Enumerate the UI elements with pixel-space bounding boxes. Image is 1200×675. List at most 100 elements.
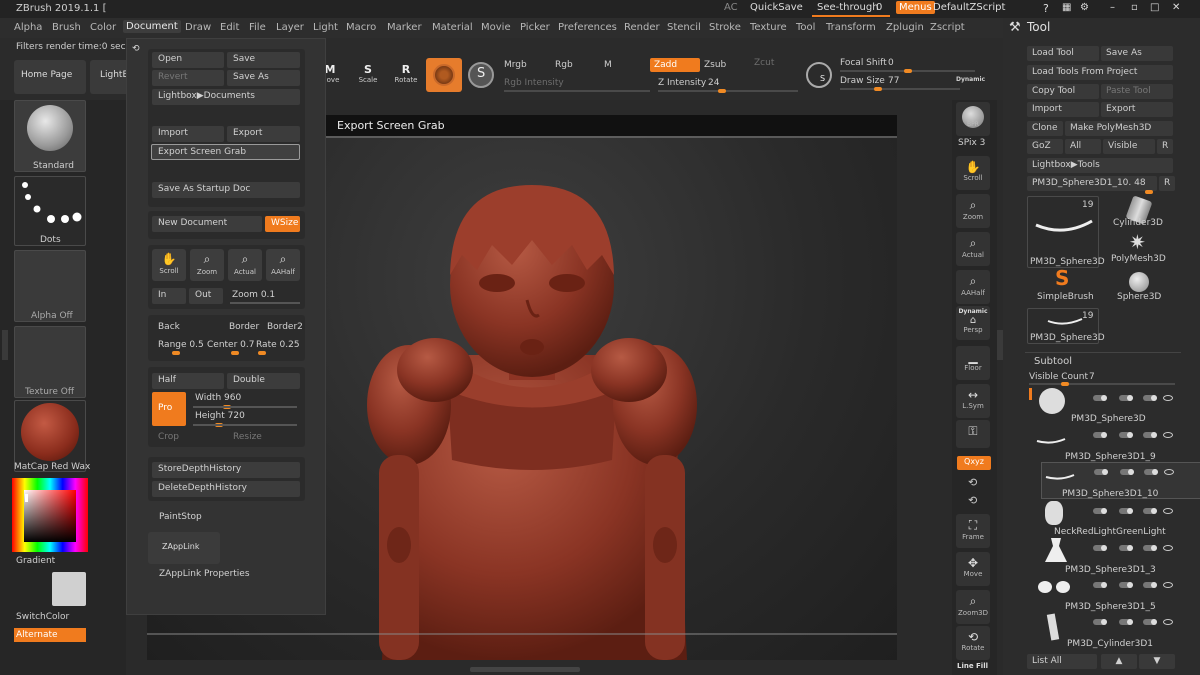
subtool-toggle[interactable] — [1093, 582, 1107, 588]
subtool-item[interactable]: PM3D_Sphere3D1_3 — [1031, 538, 1200, 575]
scroll-button[interactable]: ✋ Scroll — [152, 249, 186, 281]
store-depth-history-button[interactable]: StoreDepthHistory — [152, 462, 300, 478]
goz-button[interactable]: GoZ — [1027, 139, 1063, 154]
eye-icon[interactable] — [1163, 545, 1173, 551]
lightbox-button[interactable]: LightBox — [90, 60, 130, 94]
material-thumb[interactable]: MatCap Red Wax — [14, 400, 90, 472]
subtool-toggle[interactable] — [1093, 432, 1107, 438]
zoom-out-button[interactable]: Out — [189, 288, 223, 304]
persp-button[interactable]: Dynamic ⌂ Persp — [956, 306, 990, 340]
menu-stencil[interactable]: Stencil — [667, 22, 701, 33]
subtool-item[interactable]: PM3D_Sphere3D — [1029, 388, 1200, 425]
bottom-tray-handle[interactable] — [470, 667, 580, 672]
alternate-button[interactable]: Alternate — [14, 628, 86, 642]
subtool-toggle[interactable] — [1119, 545, 1133, 551]
subtool-toggle[interactable] — [1119, 582, 1133, 588]
list-all-button[interactable]: List All — [1027, 654, 1097, 669]
subtool-toggle[interactable] — [1143, 545, 1157, 551]
subtool-item[interactable]: PM3D_Cylinder3D1 — [1031, 612, 1200, 649]
subtool-toggle[interactable] — [1093, 545, 1107, 551]
revert-button[interactable]: Revert — [152, 70, 224, 86]
menu-file[interactable]: File — [249, 22, 266, 33]
goz-visible-button[interactable]: Visible — [1103, 139, 1155, 154]
subtool-item-selected[interactable]: PM3D_Sphere3D1_10 — [1041, 462, 1200, 499]
seethrough-slider[interactable]: See-through 0 — [812, 1, 890, 17]
crop-button[interactable]: Crop — [152, 430, 212, 446]
zoom-slider[interactable]: Zoom 0.1 — [226, 288, 302, 304]
floor-button[interactable]: ▁ Floor — [956, 346, 990, 380]
pro-button[interactable]: Pro — [152, 392, 186, 426]
rate-slider[interactable]: Rate 0.25 — [250, 338, 304, 355]
subtool-toggle[interactable] — [1119, 619, 1133, 625]
import-button[interactable]: Import — [152, 126, 224, 142]
make-polymesh-button[interactable]: Make PolyMesh3D — [1065, 121, 1173, 136]
subtool-toggle[interactable] — [1143, 508, 1157, 514]
eye-icon[interactable] — [1163, 582, 1173, 588]
menu-edit[interactable]: Edit — [220, 22, 239, 33]
subtool-toggle[interactable] — [1119, 432, 1133, 438]
tool-import-button[interactable]: Import — [1027, 102, 1099, 117]
ac-button[interactable]: AC — [724, 2, 738, 13]
zapplink-button[interactable]: ZAppLink — [148, 532, 220, 564]
m-button[interactable]: M — [604, 60, 612, 70]
lightbox-tools-button[interactable]: Lightbox▶Tools — [1027, 158, 1173, 173]
menu-alpha[interactable]: Alpha — [14, 22, 42, 33]
menu-picker[interactable]: Picker — [520, 22, 550, 33]
visible-count-slider[interactable]: Visible Count 7 — [1029, 371, 1175, 386]
wsize-button[interactable]: WSize — [265, 216, 300, 232]
rate-knob[interactable] — [258, 351, 266, 355]
export-button[interactable]: Export — [227, 126, 300, 142]
actual-view-button[interactable]: ⌕ Actual — [956, 232, 990, 266]
lock-button[interactable]: ⚿ — [956, 420, 990, 448]
delete-depth-history-button[interactable]: DeleteDepthHistory — [152, 481, 300, 497]
export-screen-grab-button[interactable]: Export Screen Grab — [151, 144, 300, 160]
rotate-view-button[interactable]: ⟲ Rotate — [956, 626, 990, 660]
switchcolor-button[interactable]: SwitchColor — [16, 612, 69, 622]
menu-document[interactable]: Document — [123, 20, 181, 33]
copy-tool-button[interactable]: Copy Tool — [1027, 84, 1099, 99]
menu-brush[interactable]: Brush — [52, 22, 81, 33]
tool-thumb-polymesh3d[interactable]: ✷ PolyMesh3D — [1103, 230, 1175, 266]
zoom-view-button[interactable]: ⌕ Zoom — [956, 194, 990, 228]
subtool-item[interactable]: PM3D_Sphere3D1_9 — [1031, 425, 1200, 462]
save-startup-doc-button[interactable]: Save As Startup Doc — [152, 182, 300, 198]
menu-color[interactable]: Color — [90, 22, 116, 33]
visible-count-knob[interactable] — [1061, 382, 1069, 386]
gradient-label[interactable]: Gradient — [16, 556, 55, 566]
quicksave-button[interactable]: QuickSave — [750, 2, 803, 13]
zadd-button[interactable]: Zadd — [650, 58, 700, 72]
width-slider[interactable]: Width 960 — [189, 391, 299, 409]
eye-icon[interactable] — [1163, 432, 1173, 438]
menu-transform[interactable]: Transform — [826, 22, 876, 33]
save-as-button[interactable]: Save As — [227, 70, 300, 86]
actual-button[interactable]: ⌕ Actual — [228, 249, 262, 281]
subtool-toggle[interactable] — [1143, 582, 1157, 588]
menus-button[interactable]: Menus — [896, 1, 935, 14]
menu-macro[interactable]: Macro — [346, 22, 376, 33]
zoom3d-button[interactable]: ⌕ Zoom3D — [956, 590, 990, 624]
scroll-view-button[interactable]: ✋ Scroll — [956, 156, 990, 190]
subtool-toggle[interactable] — [1144, 469, 1158, 475]
save-button[interactable]: Save — [227, 52, 300, 68]
frame-button[interactable]: ⛶ Frame — [956, 514, 990, 548]
tool-thumb-pm3d-sphere3d[interactable]: 19 PM3D_Sphere3D — [1027, 196, 1105, 268]
height-slider[interactable]: Height 720 — [189, 409, 299, 427]
menu-texture[interactable]: Texture — [750, 22, 787, 33]
clone-button[interactable]: Clone — [1027, 121, 1063, 136]
new-document-button[interactable]: New Document — [152, 216, 262, 232]
rgb-intensity-slider[interactable]: Rgb Intensity — [504, 78, 564, 88]
tool-header[interactable]: Tool — [1027, 20, 1050, 34]
aahalf-button[interactable]: ⌕ AAHalf — [266, 249, 300, 281]
zapplink-properties-button[interactable]: ZAppLink Properties — [153, 567, 273, 583]
border-button[interactable]: Border — [223, 320, 263, 336]
color-picker[interactable] — [12, 478, 88, 552]
settings-icon[interactable]: ⚙ — [1080, 2, 1089, 13]
half-button[interactable]: Half — [152, 373, 224, 389]
subtool-toggle[interactable] — [1094, 469, 1108, 475]
move-view-button[interactable]: ✥ Move — [956, 552, 990, 586]
range-knob[interactable] — [172, 351, 180, 355]
spix-slider[interactable]: SPix 3 — [958, 138, 994, 152]
tool-thumb-pm3d-sphere3d-2[interactable]: 19 PM3D_Sphere3D — [1027, 308, 1105, 344]
eye-icon[interactable] — [1164, 469, 1174, 475]
color-picker-square[interactable] — [24, 490, 76, 542]
